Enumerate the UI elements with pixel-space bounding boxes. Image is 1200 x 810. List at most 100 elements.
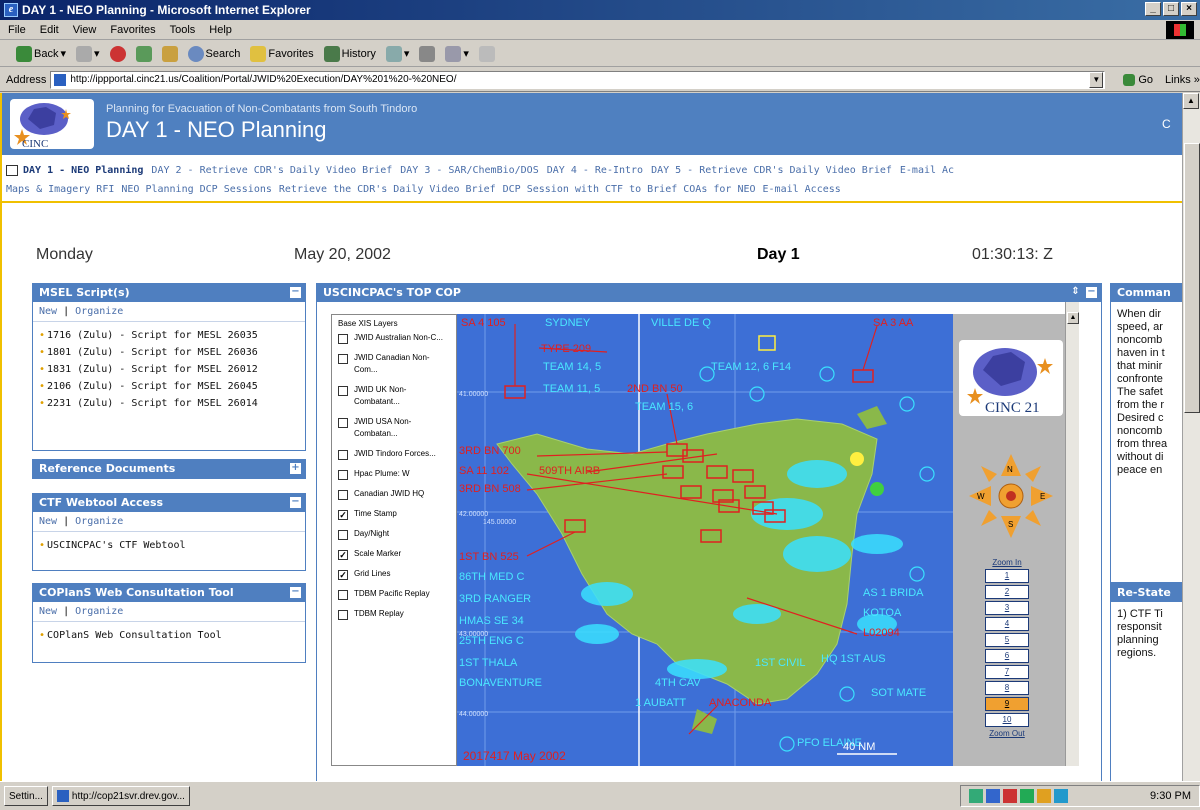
zoom-level-button[interactable]: 1 <box>985 569 1029 583</box>
tray-sync-icon[interactable] <box>1020 789 1034 803</box>
layer-checkbox[interactable] <box>338 530 348 540</box>
minimize-icon[interactable]: − <box>290 497 301 508</box>
forward-button[interactable]: ▾ <box>76 45 100 62</box>
expand-icon[interactable]: + <box>290 463 301 474</box>
resize-icon[interactable]: ⇕ <box>1070 287 1081 298</box>
page-scrollbar[interactable]: ▲ <box>1182 93 1200 781</box>
layer-checkbox[interactable] <box>338 334 348 344</box>
map-canvas[interactable]: SA 4 105 TYPE 209 2ND BN 50 SA 3 AA 3RD BN 7… <box>457 314 953 766</box>
coplans-organize-link[interactable]: Organize <box>75 606 123 617</box>
layer-item[interactable]: TDBM Replay <box>338 608 450 620</box>
map-scroll-up-icon[interactable]: ▲ <box>1067 312 1079 324</box>
layer-checkbox[interactable] <box>338 490 348 500</box>
layer-checkbox[interactable] <box>338 590 348 600</box>
minimize-icon[interactable]: − <box>290 287 301 298</box>
coplans-new-link[interactable]: New <box>39 606 57 617</box>
zoom-out-link[interactable]: Zoom Out <box>985 729 1029 738</box>
nav-link-maps[interactable]: Maps & Imagery RFI <box>6 184 114 195</box>
minimize-icon[interactable]: − <box>290 587 301 598</box>
layer-checkbox[interactable] <box>338 386 348 396</box>
msel-new-link[interactable]: New <box>39 306 57 317</box>
nav-link-email[interactable]: E-mail Access <box>763 184 841 195</box>
layer-item[interactable]: ✓ Grid Lines <box>338 568 450 580</box>
zoom-level-button[interactable]: 2 <box>985 585 1029 599</box>
history-button[interactable]: History <box>323 45 376 62</box>
scroll-thumb[interactable] <box>1184 143 1200 413</box>
layer-checkbox[interactable]: ✓ <box>338 550 348 560</box>
list-item[interactable]: 2106 (Zulu) - Script for MSEL 26045 <box>39 381 299 392</box>
back-button[interactable]: Back ▾ <box>16 45 66 62</box>
scroll-up-icon[interactable]: ▲ <box>1183 93 1199 109</box>
map-scrollbar[interactable]: ▲ <box>1065 302 1079 766</box>
search-button[interactable]: Search <box>187 45 240 62</box>
layer-item[interactable]: Hpac Plume: W <box>338 468 450 480</box>
zoom-level-button[interactable]: 9 <box>985 697 1029 711</box>
msel-organize-link[interactable]: Organize <box>75 306 123 317</box>
discuss-button[interactable] <box>478 45 495 62</box>
layer-checkbox[interactable] <box>338 470 348 480</box>
home-button[interactable] <box>161 45 178 62</box>
list-item[interactable]: 1831 (Zulu) - Script for MSEL 26012 <box>39 364 299 375</box>
tray-alert-icon[interactable] <box>1003 789 1017 803</box>
minimize-button[interactable]: _ <box>1145 2 1161 16</box>
menu-help[interactable]: Help <box>209 24 232 36</box>
print-button[interactable] <box>419 45 436 62</box>
pan-northwest-icon[interactable] <box>981 466 997 482</box>
pan-southeast-icon[interactable] <box>1025 510 1041 526</box>
zoom-level-button[interactable]: 5 <box>985 633 1029 647</box>
ctf-organize-link[interactable]: Organize <box>75 516 123 527</box>
menu-edit[interactable]: Edit <box>40 24 59 36</box>
close-button[interactable]: × <box>1181 2 1197 16</box>
taskbar-item-browser[interactable]: http://cop21svr.drev.gov... <box>51 786 190 806</box>
nav-link-video-brief[interactable]: Retrieve the CDR's Daily Video Brief <box>279 184 496 195</box>
zoom-level-button[interactable]: 8 <box>985 681 1029 695</box>
minimize-icon[interactable]: − <box>1086 287 1097 298</box>
nav-link-dcp-ctf[interactable]: DCP Session with CTF to Brief COAs for N… <box>503 184 756 195</box>
layer-item[interactable]: JWID USA Non-Combatan... <box>338 416 450 440</box>
nav-tab-email[interactable]: E-mail Ac <box>900 165 954 176</box>
nav-tab-day4[interactable]: DAY 4 - Re-Intro <box>547 165 643 176</box>
layer-item[interactable]: JWID Canadian Non-Com... <box>338 352 450 376</box>
menu-favorites[interactable]: Favorites <box>110 24 155 36</box>
layer-item[interactable]: ✓ Scale Marker <box>338 548 450 560</box>
list-item[interactable]: 2231 (Zulu) - Script for MSEL 26014 <box>39 398 299 409</box>
zoom-level-button[interactable]: 7 <box>985 665 1029 679</box>
address-input[interactable]: http://ippportal.cinc21.us/Coalition/Por… <box>50 70 1106 89</box>
ctf-new-link[interactable]: New <box>39 516 57 527</box>
tray-volume-icon[interactable] <box>1037 789 1051 803</box>
links-button[interactable]: Links » <box>1165 74 1200 86</box>
layer-item[interactable]: ✓ Time Stamp <box>338 508 450 520</box>
favorites-button[interactable]: Favorites <box>250 45 314 62</box>
layer-checkbox[interactable]: ✓ <box>338 570 348 580</box>
nav-current-tab[interactable]: DAY 1 - NEO Planning <box>23 165 143 176</box>
nav-tab-day2[interactable]: DAY 2 - Retrieve CDR's Daily Video Brief <box>151 165 392 176</box>
pan-southwest-icon[interactable] <box>981 510 997 526</box>
tray-messenger-icon[interactable] <box>1054 789 1068 803</box>
list-item[interactable]: COPlanS Web Consultation Tool <box>39 630 299 641</box>
zoom-level-button[interactable]: 6 <box>985 649 1029 663</box>
pan-northeast-icon[interactable] <box>1025 466 1041 482</box>
layer-checkbox[interactable]: ✓ <box>338 510 348 520</box>
refresh-button[interactable] <box>135 45 152 62</box>
maximize-button[interactable]: □ <box>1163 2 1179 16</box>
nav-tab-day5[interactable]: DAY 5 - Retrieve CDR's Daily Video Brief <box>651 165 892 176</box>
menu-tools[interactable]: Tools <box>170 24 196 36</box>
layer-checkbox[interactable] <box>338 610 348 620</box>
menu-file[interactable]: File <box>8 24 26 36</box>
layer-item[interactable]: TDBM Pacific Replay <box>338 588 450 600</box>
stop-button[interactable] <box>109 45 126 62</box>
edit-button[interactable]: ▾ <box>445 45 469 62</box>
address-dropdown[interactable]: ▼ <box>1089 71 1104 88</box>
layer-item[interactable]: JWID UK Non-Combatant... <box>338 384 450 408</box>
list-item[interactable]: 1801 (Zulu) - Script for MSEL 26036 <box>39 347 299 358</box>
layer-checkbox[interactable] <box>338 418 348 428</box>
layer-item[interactable]: Day/Night <box>338 528 450 540</box>
go-button[interactable]: Go <box>1123 73 1153 86</box>
nav-tab-day3[interactable]: DAY 3 - SAR/ChemBio/DOS <box>400 165 538 176</box>
layer-item[interactable]: JWID Tindoro Forces... <box>338 448 450 460</box>
menu-view[interactable]: View <box>73 24 97 36</box>
taskbar-item-settings[interactable]: Settin... <box>4 786 48 806</box>
zoom-level-button[interactable]: 3 <box>985 601 1029 615</box>
layer-item[interactable]: JWID Australian Non-C... <box>338 332 450 344</box>
nav-link-dcp-sessions[interactable]: NEO Planning DCP Sessions <box>121 184 272 195</box>
